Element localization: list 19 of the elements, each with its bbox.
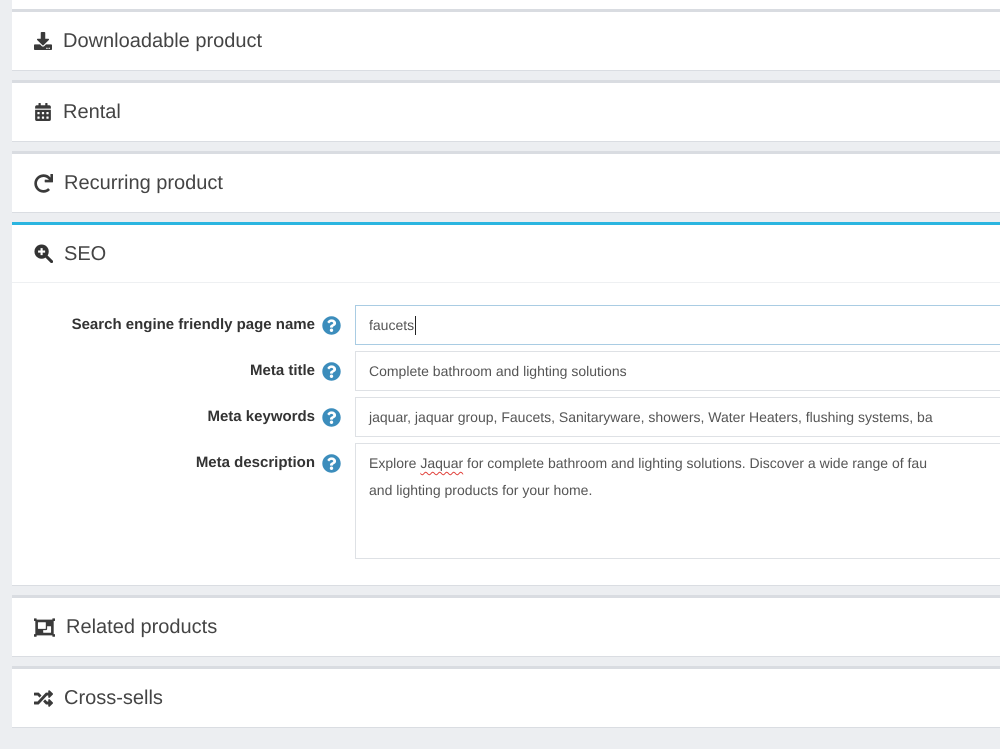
shuffle-icon [34,688,53,708]
help-icon[interactable] [322,362,341,380]
field-label: Meta keywords [207,406,315,427]
object-group-icon [34,616,55,638]
calendar-icon [34,103,52,121]
text-input[interactable]: jaquar, jaquar group, Faucets, Sanitaryware, showers, Water Heaters, flushing systems, ba [355,397,1000,437]
field-label: Search engine friendly page name [72,314,315,335]
field-label: Meta title [250,360,315,381]
help-icon[interactable] [322,408,341,426]
magnifier-plus-icon [34,244,53,263]
redo-icon [34,174,53,192]
download-icon [34,32,52,50]
text-input[interactable]: Complete bathroom and lighting solutions [355,351,1000,391]
field-label: Meta description [196,452,315,473]
text-input[interactable]: faucets [355,305,1000,345]
text-area[interactable]: Explore Jaquar for complete bathroom and lighting solutions. Discover a wide range of fau and lighting products for your home. [355,443,1000,559]
help-icon[interactable] [322,454,341,472]
text-cursor [415,316,416,334]
help-icon[interactable] [322,316,341,334]
